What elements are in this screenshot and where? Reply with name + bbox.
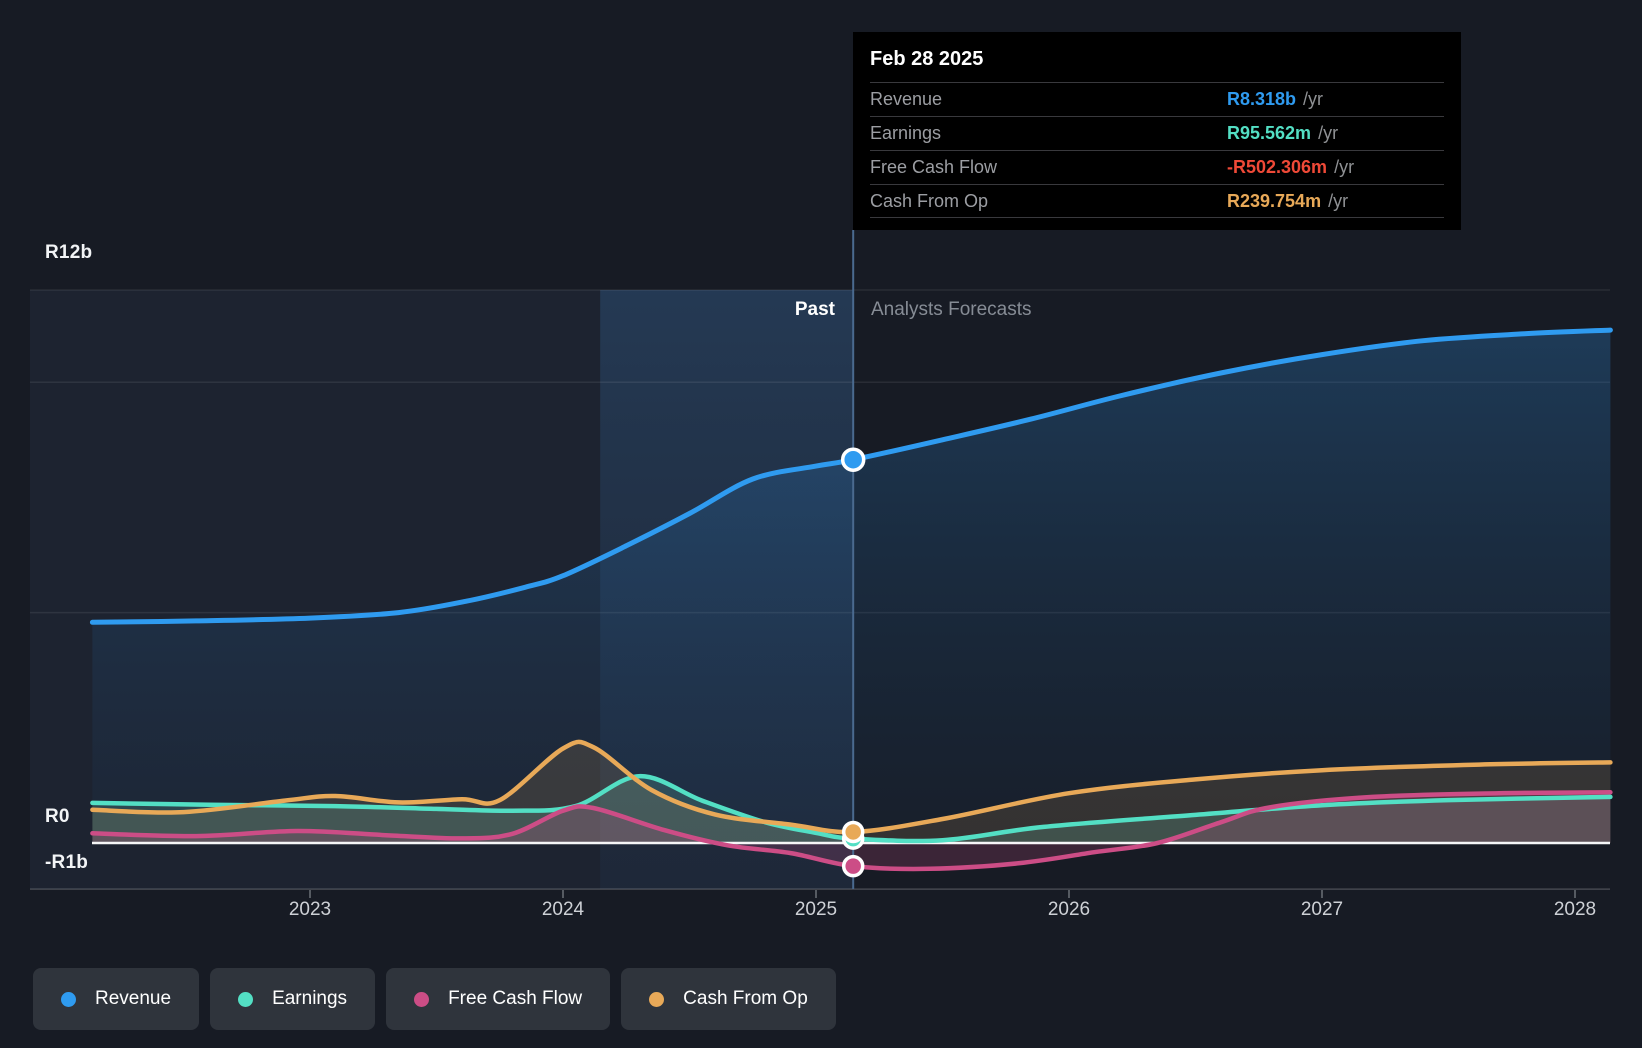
tooltip-row-unit: /yr (1334, 157, 1355, 177)
y-axis-label: R0 (45, 806, 70, 827)
tooltip-row-unit: /yr (1303, 89, 1324, 109)
tooltip-row-value: R95.562m/yr (1227, 123, 1339, 143)
tooltip-row-value: -R502.306m/yr (1227, 157, 1355, 177)
x-axis-label: 2024 (541, 899, 585, 920)
legend-item-label: Free Cash Flow (448, 988, 583, 1009)
tooltip-row: Cash From Op R239.754m/yr (870, 184, 1444, 218)
earnings-revenue-growth-chart: Past Analysts Forecasts R12b R0 -R1b 2023 2… (0, 0, 1642, 1048)
x-axis-label: 2023 (288, 899, 332, 920)
tooltip-row-label: Earnings (870, 123, 942, 143)
x-axis-label: 2025 (794, 899, 838, 920)
y-axis-label: R12b (45, 242, 93, 264)
tooltip-row-value: R8.318b/yr (1227, 89, 1324, 109)
legend-item-earnings[interactable]: Earnings (210, 968, 376, 1030)
tooltip-date: Feb 28 2025 (870, 48, 984, 70)
past-label: Past (794, 299, 835, 320)
legend-item-cash-from-op[interactable]: Cash From Op (621, 968, 836, 1030)
tooltip-row-label: Revenue (870, 89, 943, 109)
tooltip-row: Earnings R95.562m/yr (870, 116, 1444, 150)
legend-color-dot (238, 991, 254, 1007)
legend-color-dot (414, 991, 430, 1007)
chart-tooltip: Feb 28 2025 Revenue R8.318b/yr Earnings R95… (853, 32, 1461, 230)
tooltip-row-value: R239.754m/yr (1227, 190, 1349, 211)
legend-item-label: Cash From Op (683, 988, 808, 1009)
y-axis-label: -R1b (45, 852, 89, 874)
x-axis-label: 2027 (1300, 899, 1344, 920)
tooltip-row-unit: /yr (1328, 190, 1349, 211)
analysts-forecasts-label: Analysts Forecasts (871, 299, 1032, 320)
tooltip-row: Revenue R8.318b/yr (870, 82, 1444, 116)
legend-color-dot (649, 991, 665, 1007)
free-cash-flow-marker (841, 854, 865, 878)
tooltip-row-label: Free Cash Flow (870, 157, 998, 177)
x-axis-label: 2026 (1047, 899, 1091, 920)
legend-item-revenue[interactable]: Revenue (33, 968, 200, 1030)
legend-item-free-cash-flow[interactable]: Free Cash Flow (386, 968, 611, 1030)
cash-from-op-marker (841, 820, 865, 844)
legend-item-label: Revenue (95, 988, 172, 1009)
revenue-marker (840, 447, 866, 472)
chart-legend: Revenue Earnings Free Cash Flow Cash From O… (33, 968, 836, 1030)
legend-color-dot (61, 991, 76, 1007)
tooltip-row: Free Cash Flow -R502.306m/yr (870, 150, 1444, 184)
x-axis-label: 2028 (1553, 899, 1597, 920)
tooltip-row-label: Cash From Op (870, 190, 989, 211)
legend-item-label: Earnings (272, 988, 348, 1009)
tooltip-row-unit: /yr (1318, 123, 1339, 143)
